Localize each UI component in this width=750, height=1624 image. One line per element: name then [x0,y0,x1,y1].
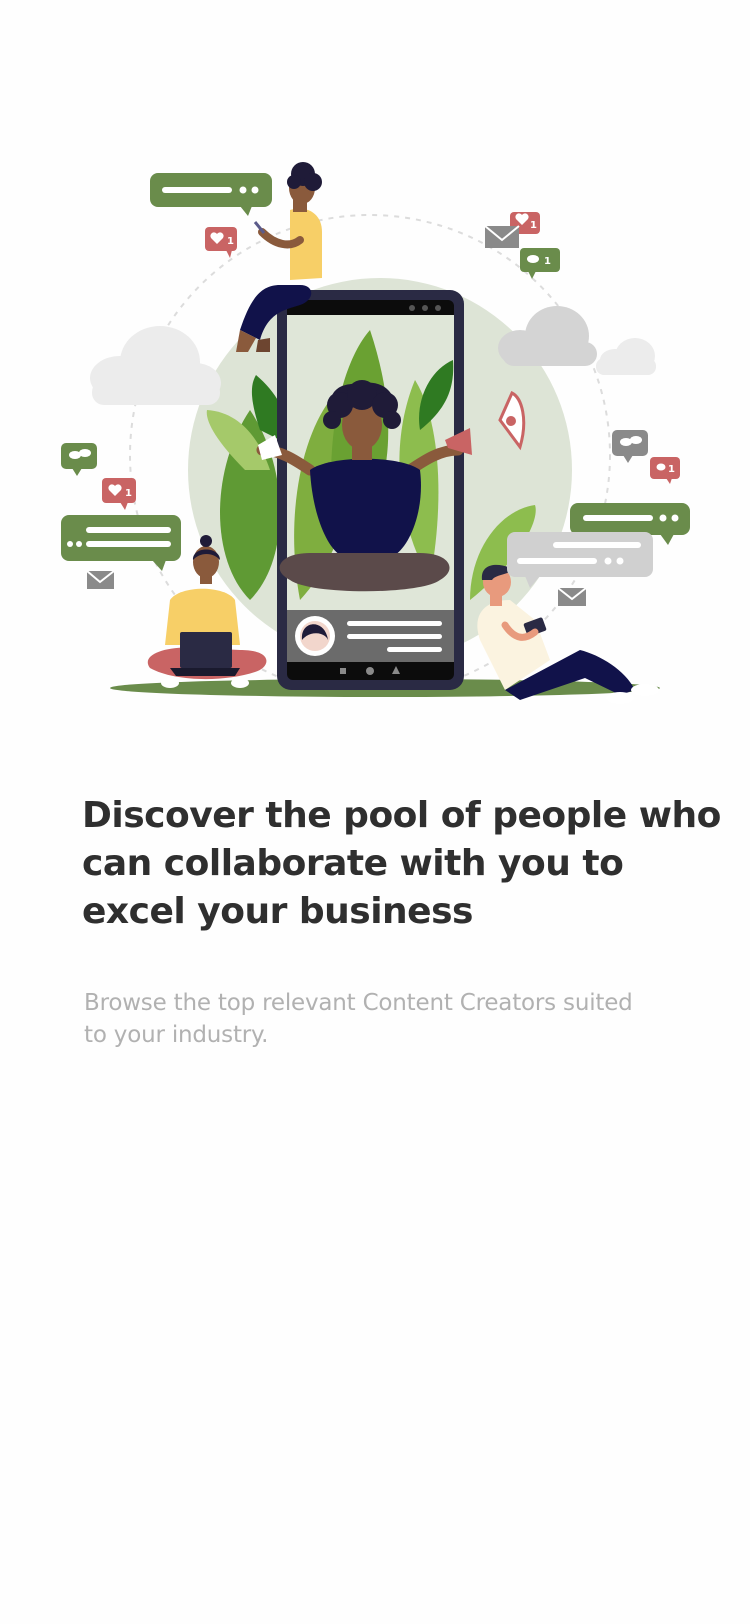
chat-bubble-icon [150,173,272,216]
onboarding-description: Browse the top relevant Content Creators… [84,990,633,1048]
onboarding-headline: Discover the pool of people who can coll… [82,795,721,932]
chat-bubble-icon [507,532,653,588]
cloud-icon [90,326,221,405]
smartphone-icon [256,290,472,690]
svg-text:1: 1 [125,488,132,499]
svg-text:1: 1 [668,464,675,475]
svg-text:1: 1 [227,236,234,247]
comment-notification-icon: 1 [520,248,560,279]
heart-notification-icon: 1 [205,227,237,258]
comment-notification-icon [612,430,648,463]
creators-illustration: 1 1 1 1 1 [61,162,690,704]
cloud-icon [498,306,597,366]
heart-notification-icon: 1 [102,478,136,510]
comment-notification-icon [61,443,97,476]
laptop-icon [170,632,240,676]
envelope-icon [86,570,115,589]
heart-notification-icon: 1 [650,457,680,484]
chat-bubble-icon [61,515,181,571]
cloud-icon [596,338,656,375]
svg-text:1: 1 [544,256,551,267]
envelope-icon [557,587,587,606]
reclining-man-figure [477,564,659,704]
onboarding-screen: 1 1 1 1 1 Discover the pool of people wh… [0,0,750,1624]
envelope-icon [484,225,520,248]
svg-text:1: 1 [530,220,537,231]
